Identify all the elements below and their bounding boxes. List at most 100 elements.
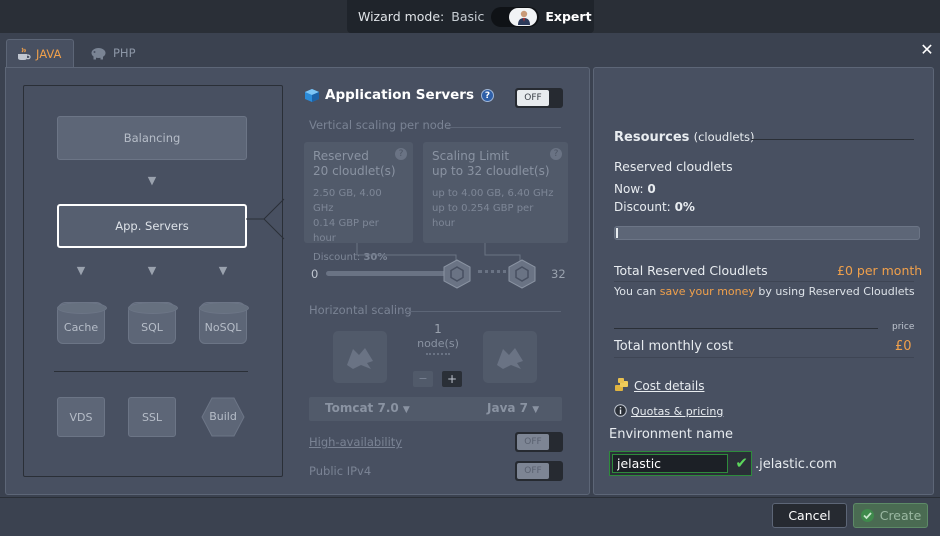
wizard-toggle-knob — [509, 7, 538, 26]
high-availability-switch[interactable]: OFF — [515, 432, 563, 452]
nodes-minus-button[interactable]: − — [413, 371, 433, 387]
section-divider — [614, 328, 878, 329]
limit-price: up to 0.254 GBP per hour — [432, 203, 534, 229]
nodes-count: 1 — [434, 322, 442, 336]
reserved-title: Reserved — [313, 149, 369, 163]
save-money-text: You can save your money by using Reserve… — [614, 285, 915, 298]
sql-node[interactable]: SQL — [128, 302, 178, 344]
cache-node[interactable]: Cache — [57, 302, 107, 344]
arrow-down-icon: ▼ — [76, 264, 86, 277]
wizard-mode-label: Wizard mode: — [358, 9, 445, 24]
help-icon[interactable]: ? — [550, 148, 562, 160]
high-availability-link[interactable]: High-availability — [309, 435, 402, 449]
environment-dialog: ✕ JAVA PHP Balancing ▼ App. Servers ▼ ▼ … — [0, 33, 940, 536]
public-ipv4-label: Public IPv4 — [309, 464, 372, 478]
cancel-button[interactable]: Cancel — [772, 503, 847, 528]
topology-divider — [54, 371, 248, 372]
tomcat-version-select[interactable]: Tomcat 7.0 ▼ — [325, 401, 410, 415]
limit-slider-handle-icon[interactable] — [507, 259, 537, 289]
vertical-scaling-label: Vertical scaling per node — [309, 118, 452, 132]
reserved-slider-handle-icon[interactable] — [442, 259, 472, 289]
arrow-down-icon: ▼ — [147, 174, 157, 187]
save-money-link[interactable]: save your money — [660, 285, 755, 298]
java-config-panel: Balancing ▼ App. Servers ▼ ▼ ▼ Cache SQL… — [5, 67, 590, 495]
create-button[interactable]: Create — [853, 503, 928, 528]
java-version-select[interactable]: Java 7 ▼ — [487, 401, 539, 415]
balancing-node[interactable]: Balancing — [57, 116, 247, 160]
total-reserved-value: £0 per month — [837, 263, 923, 278]
now-value: 0 — [647, 182, 656, 196]
limit-value: up to 32 cloudlet(s) — [432, 164, 550, 178]
chevron-down-icon: ▼ — [402, 405, 410, 415]
check-icon: ✔ — [735, 454, 748, 472]
nodes-plus-button[interactable]: + — [442, 371, 462, 387]
server-version-bar: Tomcat 7.0 ▼ Java 7 ▼ — [309, 397, 562, 421]
tomcat-version-value: Tomcat 7.0 — [325, 401, 399, 415]
limit-title: Scaling Limit — [432, 149, 510, 163]
tomcat-node-right[interactable] — [483, 331, 537, 383]
quotas-row[interactable]: Quotas & pricing — [614, 403, 723, 418]
slider-max: 32 — [551, 267, 566, 281]
limit-spec: up to 4.00 GB, 6.40 GHz — [432, 188, 554, 199]
build-node[interactable]: Build — [201, 397, 245, 437]
switch-knob: OFF — [517, 90, 549, 106]
app-servers-title: Application Servers ? — [304, 87, 494, 103]
app-servers-switch[interactable]: OFF — [515, 88, 563, 108]
java-version-value: Java 7 — [487, 401, 529, 415]
wizard-mode-basic[interactable]: Basic — [451, 9, 484, 24]
tab-java[interactable]: JAVA — [6, 39, 74, 67]
environment-domain: .jelastic.com — [755, 457, 837, 472]
nodes-label: node(s) — [417, 337, 459, 350]
wizard-mode-toggle[interactable] — [491, 6, 540, 27]
footer-divider — [0, 497, 940, 498]
ssl-node[interactable]: SSL — [128, 397, 176, 437]
section-divider — [614, 357, 914, 358]
now-row: Now: 0 — [614, 182, 656, 196]
expert-avatar-icon — [518, 10, 531, 25]
cloudlets-progress-bar — [614, 226, 920, 240]
slider-min: 0 — [311, 267, 319, 281]
cost-details-link[interactable]: Cost details — [634, 379, 704, 393]
info-icon — [614, 404, 627, 417]
tab-php[interactable]: PHP — [80, 39, 150, 67]
wizard-mode-expert[interactable]: Expert — [545, 9, 591, 24]
nosql-node[interactable]: NoSQL — [199, 302, 249, 344]
tomcat-cat-icon — [347, 348, 373, 369]
tomcat-cat-icon — [497, 348, 523, 369]
help-icon[interactable]: ? — [481, 88, 494, 102]
app-servers-title-text: Application Servers — [325, 87, 474, 103]
discount-value: 0% — [674, 200, 695, 214]
cost-details-row[interactable]: Cost details — [614, 378, 704, 393]
section-divider — [447, 127, 561, 128]
tomcat-node-left[interactable] — [333, 331, 387, 383]
selection-connector — [246, 198, 285, 240]
reserved-spec: 2.50 GB, 4.00 GHz — [313, 188, 382, 214]
java-cup-icon — [18, 47, 31, 60]
help-icon[interactable]: ? — [395, 148, 407, 160]
discount-row: Discount: 0% — [614, 200, 695, 214]
horizontal-scaling-label: Horizontal scaling — [309, 303, 412, 317]
reserved-cloudlets-label: Reserved cloudlets — [614, 159, 733, 174]
vds-node[interactable]: VDS — [57, 397, 105, 437]
scaling-limit-card: Scaling Limit up to 32 cloudlet(s) up to… — [423, 142, 568, 243]
quotas-pricing-link[interactable]: Quotas & pricing — [631, 405, 723, 418]
php-elephant-icon — [91, 48, 106, 60]
cloudlet-slider-track[interactable] — [326, 271, 458, 276]
app-servers-node[interactable]: App. Servers — [57, 204, 247, 248]
coins-icon — [615, 378, 628, 391]
reserved-price: 0.14 GBP per hour — [313, 218, 379, 244]
resources-title: Resources (cloudlets) — [614, 130, 754, 145]
section-divider — [614, 281, 914, 282]
arrow-down-icon: ▼ — [147, 264, 157, 277]
tab-php-label: PHP — [113, 46, 136, 60]
tab-java-label: JAVA — [36, 46, 62, 61]
close-icon[interactable]: ✕ — [918, 41, 936, 59]
reserved-value: 20 cloudlet(s) — [313, 164, 396, 178]
monthly-cost-label: Total monthly cost — [614, 339, 734, 354]
progress-fill — [616, 228, 618, 238]
app-server-cube-icon — [305, 88, 319, 102]
environment-name-input[interactable] — [612, 454, 728, 473]
monthly-cost-value: £0 — [895, 339, 912, 354]
public-ipv4-switch[interactable]: OFF — [515, 461, 563, 481]
chevron-down-icon: ▼ — [532, 405, 540, 415]
